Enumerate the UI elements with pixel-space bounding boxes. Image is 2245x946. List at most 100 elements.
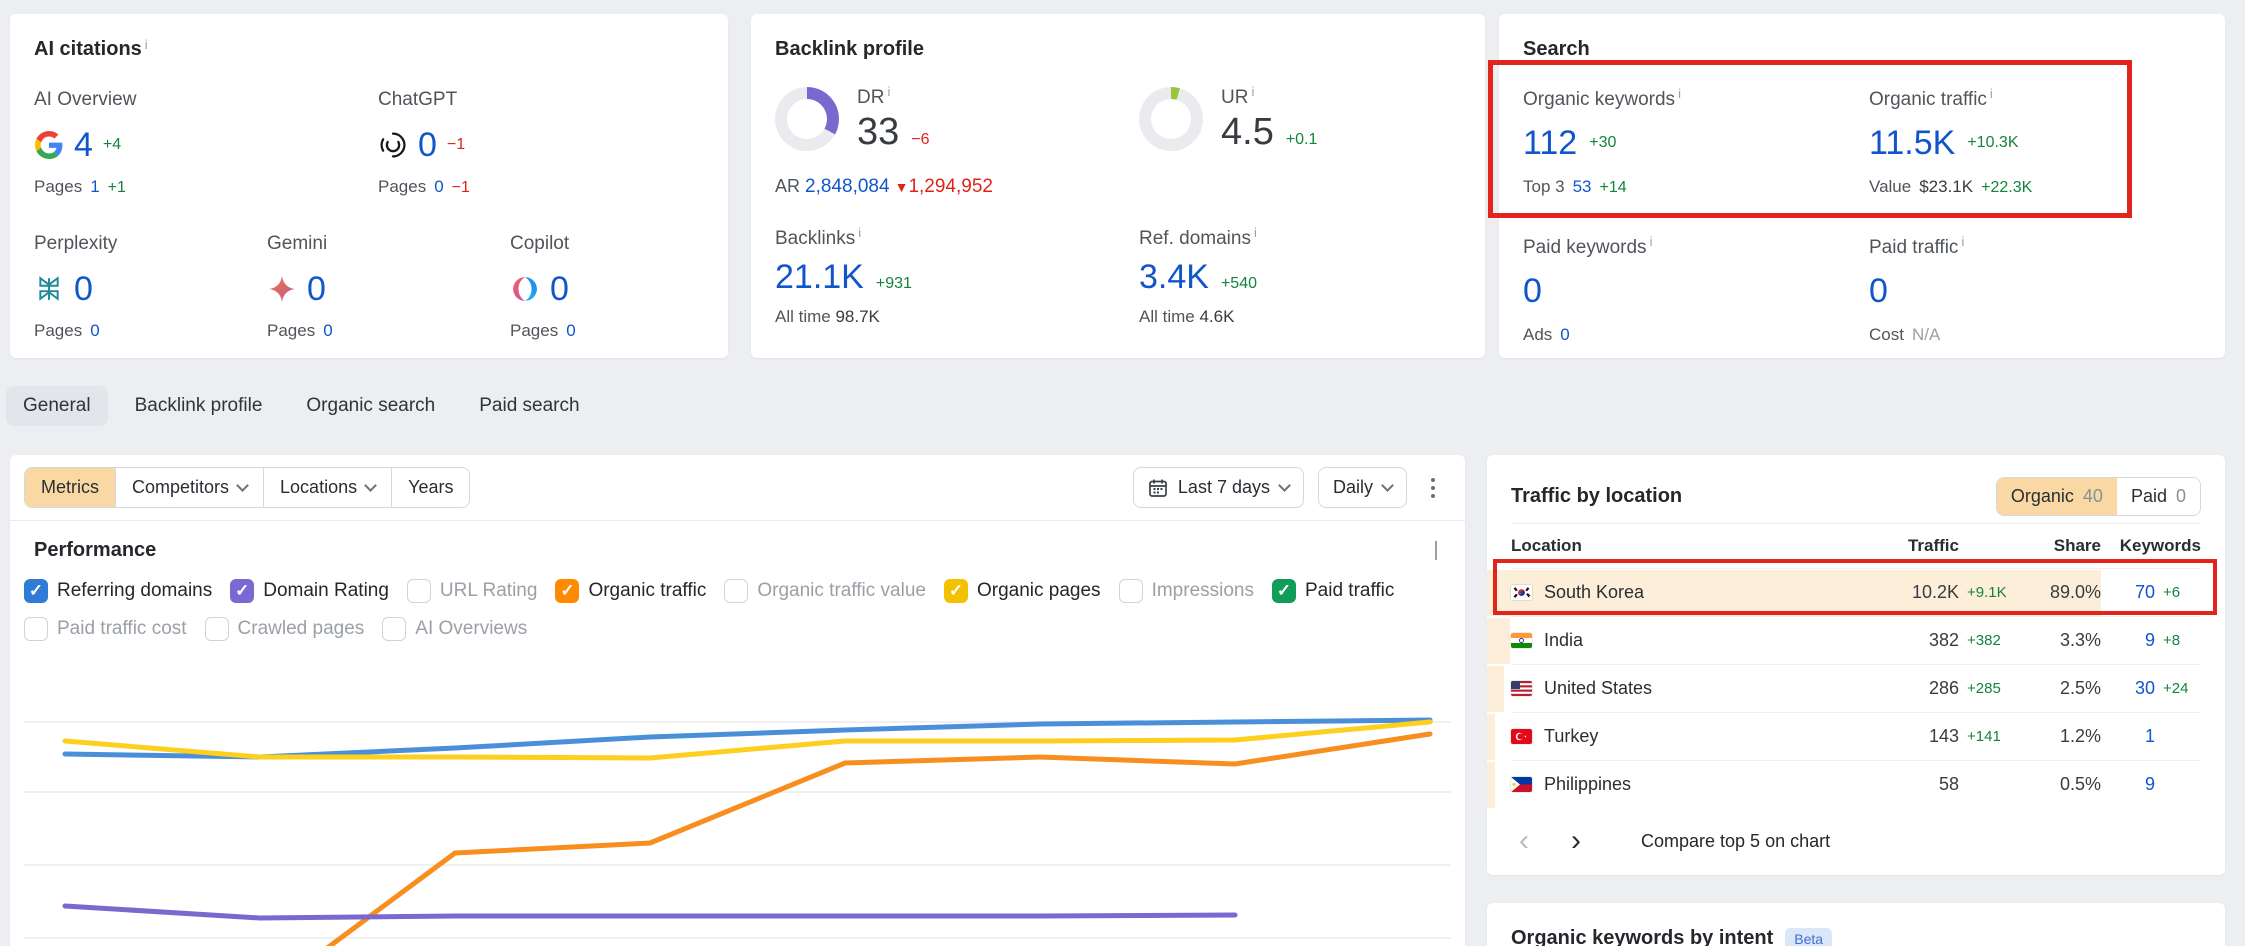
- calendar-icon: [1148, 478, 1168, 498]
- checked-checkbox-icon[interactable]: [230, 579, 254, 603]
- keywords-value[interactable]: 9: [2101, 630, 2155, 651]
- checkbox-ai-overviews[interactable]: AI Overviews: [382, 617, 527, 641]
- copilot-icon: [510, 274, 540, 304]
- checkbox-crawled-pages[interactable]: Crawled pages: [205, 617, 365, 641]
- metric-delta: +4: [103, 136, 121, 154]
- metric-label: Perplexity: [34, 233, 267, 255]
- years-button[interactable]: Years: [391, 468, 469, 507]
- checkbox-label: AI Overviews: [415, 618, 527, 640]
- value-delta: +22.3K: [1981, 179, 2032, 197]
- pages-value[interactable]: 0: [434, 177, 443, 197]
- location-row-india[interactable]: India 382 +382 3.3% 9 +8: [1511, 616, 2201, 664]
- checked-checkbox-icon[interactable]: [24, 579, 48, 603]
- traffic-value: 286: [1863, 678, 1959, 699]
- paid-traffic-value[interactable]: 0: [1869, 272, 1888, 311]
- keywords-value[interactable]: 9: [2101, 774, 2155, 795]
- toggle-paid[interactable]: Paid0: [2117, 478, 2200, 515]
- pages-value[interactable]: 0: [323, 321, 332, 341]
- more-options-button[interactable]: [1421, 472, 1445, 504]
- checkbox-organic-traffic-value[interactable]: Organic traffic value: [724, 579, 926, 603]
- metric-value[interactable]: 0: [550, 270, 569, 309]
- top3-value[interactable]: 53: [1573, 177, 1592, 197]
- keywords-value[interactable]: 70: [2101, 582, 2155, 603]
- ai-citations-title: AI citations: [34, 38, 142, 60]
- location-row-united-states[interactable]: United States 286 +285 2.5% 30 +24: [1511, 664, 2201, 712]
- keywords-value[interactable]: 1: [2101, 726, 2155, 747]
- toggle-organic[interactable]: Organic40: [1997, 478, 2117, 515]
- unchecked-checkbox-icon[interactable]: [1119, 579, 1143, 603]
- unchecked-checkbox-icon[interactable]: [205, 617, 229, 641]
- chevron-down-icon: [1278, 479, 1291, 492]
- metric-delta: −1: [447, 136, 465, 154]
- ads-value[interactable]: 0: [1560, 325, 1569, 345]
- location-row-turkey[interactable]: Turkey 143 +141 1.2% 1: [1511, 712, 2201, 760]
- checkbox-domain-rating[interactable]: Domain Rating: [230, 579, 389, 603]
- checkbox-organic-traffic[interactable]: Organic traffic: [555, 579, 706, 603]
- tab-general[interactable]: General: [6, 386, 108, 426]
- metric-value[interactable]: 0: [418, 126, 437, 165]
- unchecked-checkbox-icon[interactable]: [724, 579, 748, 603]
- checkbox-paid-traffic[interactable]: Paid traffic: [1272, 579, 1394, 603]
- backlink-profile-title: Backlink profile: [775, 38, 924, 60]
- keywords-delta: +6: [2155, 584, 2201, 601]
- alltime-label: All time: [1139, 307, 1195, 326]
- competitors-dropdown[interactable]: Competitors: [115, 468, 263, 507]
- checkbox-impressions[interactable]: Impressions: [1119, 579, 1254, 603]
- metric-value[interactable]: 0: [307, 270, 326, 309]
- next-page-button[interactable]: ›: [1563, 826, 1589, 856]
- checkbox-url-rating[interactable]: URL Rating: [407, 579, 538, 603]
- paid-keywords-value[interactable]: 0: [1523, 272, 1542, 311]
- tab-backlink-profile[interactable]: Backlink profile: [118, 386, 280, 426]
- alltime-value: 98.7K: [835, 307, 879, 326]
- organic-paid-toggle: Organic40 Paid0: [1996, 477, 2201, 516]
- checked-checkbox-icon[interactable]: [944, 579, 968, 603]
- pages-value[interactable]: 1: [90, 177, 99, 197]
- organic-traffic-delta: +10.3K: [1967, 134, 2018, 152]
- traffic-value: 10.2K: [1863, 582, 1959, 603]
- google-icon: [34, 130, 64, 160]
- chart-line-domain-rating: [65, 906, 1235, 918]
- prev-page-button[interactable]: ‹: [1511, 826, 1537, 856]
- collapse-section-button[interactable]: [1431, 537, 1441, 563]
- checked-checkbox-icon[interactable]: [555, 579, 579, 603]
- paid-count: 0: [2176, 486, 2186, 507]
- pages-value[interactable]: 0: [566, 321, 575, 341]
- organic-keywords-value[interactable]: 112: [1523, 124, 1577, 163]
- ref-domains-delta: +540: [1221, 275, 1257, 293]
- granularity-dropdown[interactable]: Daily: [1318, 467, 1407, 508]
- locations-dropdown[interactable]: Locations: [263, 468, 391, 507]
- pages-label: Pages: [34, 177, 82, 197]
- ref-domains-value[interactable]: 3.4K: [1139, 258, 1209, 297]
- share-value: 3.3%: [2017, 630, 2101, 651]
- keywords-value[interactable]: 30: [2101, 678, 2155, 699]
- pages-value[interactable]: 0: [90, 321, 99, 341]
- location-row-philippines[interactable]: Philippines 58 0.5% 9: [1511, 760, 2201, 808]
- unchecked-checkbox-icon[interactable]: [24, 617, 48, 641]
- date-range-picker[interactable]: Last 7 days: [1133, 467, 1304, 508]
- backlinks-value[interactable]: 21.1K: [775, 258, 864, 297]
- ar-value[interactable]: 2,848,084: [805, 176, 890, 197]
- organic-traffic-value[interactable]: 11.5K: [1869, 124, 1955, 163]
- tab-paid-search[interactable]: Paid search: [462, 386, 596, 426]
- tab-organic-search[interactable]: Organic search: [289, 386, 452, 426]
- pages-label: Pages: [378, 177, 426, 197]
- unchecked-checkbox-icon[interactable]: [382, 617, 406, 641]
- chevron-down-icon: [1381, 479, 1394, 492]
- traffic-value: 382: [1863, 630, 1959, 651]
- location-row-south-korea[interactable]: South Korea 10.2K +9.1K 89.0% 70 +6: [1511, 568, 2201, 616]
- metrics-button[interactable]: Metrics: [25, 468, 115, 507]
- unchecked-checkbox-icon[interactable]: [407, 579, 431, 603]
- metric-value[interactable]: 4: [74, 126, 93, 165]
- checked-checkbox-icon[interactable]: [1272, 579, 1296, 603]
- metric-value[interactable]: 0: [74, 270, 93, 309]
- alltime-value: 4.6K: [1199, 307, 1234, 326]
- checkbox-organic-pages[interactable]: Organic pages: [944, 579, 1101, 603]
- checkbox-paid-traffic-cost[interactable]: Paid traffic cost: [24, 617, 187, 641]
- organic-count: 40: [2083, 486, 2103, 507]
- keywords-by-intent-title: Organic keywords by intent: [1511, 927, 1773, 946]
- checkbox-referring-domains[interactable]: Referring domains: [24, 579, 212, 603]
- location-name: United States: [1544, 678, 1652, 699]
- checkbox-label: URL Rating: [440, 580, 538, 602]
- col-traffic: Traffic: [1863, 536, 1959, 556]
- compare-top5-link[interactable]: Compare top 5 on chart: [1641, 831, 1830, 852]
